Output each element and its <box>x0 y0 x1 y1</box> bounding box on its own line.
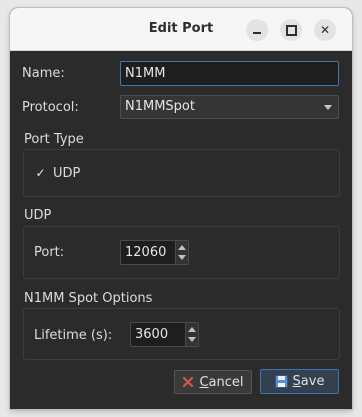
spin-up-icon[interactable] <box>188 327 196 332</box>
protocol-select[interactable]: N1MMSpot <box>120 95 339 119</box>
save-button[interactable]: Save <box>260 369 339 394</box>
port-value[interactable]: 12060 <box>125 241 166 264</box>
n1mm-options-title: N1MM Spot Options <box>24 291 153 306</box>
close-icon: ✕ <box>319 23 331 37</box>
lifetime-label: Lifetime (s): <box>34 328 113 343</box>
lifetime-spinbox[interactable]: 3600 <box>130 322 199 347</box>
title-bar[interactable]: Edit Port ✕ <box>10 8 352 51</box>
port-spinbox[interactable]: 12060 <box>120 240 189 265</box>
cancel-label: Cancel <box>199 374 244 390</box>
chevron-down-icon <box>324 105 332 110</box>
checkmark-icon: ✓ <box>35 166 46 180</box>
minimize-icon <box>253 26 261 34</box>
floppy-disk-icon <box>274 375 288 388</box>
udp-group: Port: 12060 <box>23 226 340 279</box>
protocol-label: Protocol: <box>22 100 79 115</box>
port-label: Port: <box>34 245 65 260</box>
minimize-button[interactable] <box>246 19 268 41</box>
port-type-title: Port Type <box>24 132 84 147</box>
spin-up-icon[interactable] <box>178 245 186 250</box>
cancel-button[interactable]: Cancel <box>174 370 252 394</box>
udp-group-title: UDP <box>24 208 52 223</box>
name-label: Name: <box>22 66 65 81</box>
name-input[interactable] <box>120 61 339 86</box>
lifetime-spin-buttons[interactable] <box>185 323 198 346</box>
port-type-group: ✓ UDP <box>23 149 340 197</box>
port-spin-buttons[interactable] <box>175 241 188 264</box>
udp-checkbox[interactable]: ✓ <box>34 167 47 180</box>
cancel-x-icon <box>182 376 194 388</box>
save-label: Save <box>292 374 325 389</box>
lifetime-value[interactable]: 3600 <box>135 323 168 346</box>
spin-down-icon[interactable] <box>178 255 186 260</box>
protocol-value: N1MMSpot <box>125 99 195 114</box>
close-button[interactable]: ✕ <box>314 19 336 41</box>
maximize-icon <box>285 24 297 36</box>
spin-down-icon[interactable] <box>188 337 196 342</box>
maximize-button[interactable] <box>280 19 302 41</box>
udp-checkbox-label[interactable]: UDP <box>53 166 80 181</box>
n1mm-options-group: Lifetime (s): 3600 <box>23 308 340 360</box>
edit-port-dialog: Edit Port ✕ Name: Protocol: N1MMSpot Por… <box>10 8 352 409</box>
